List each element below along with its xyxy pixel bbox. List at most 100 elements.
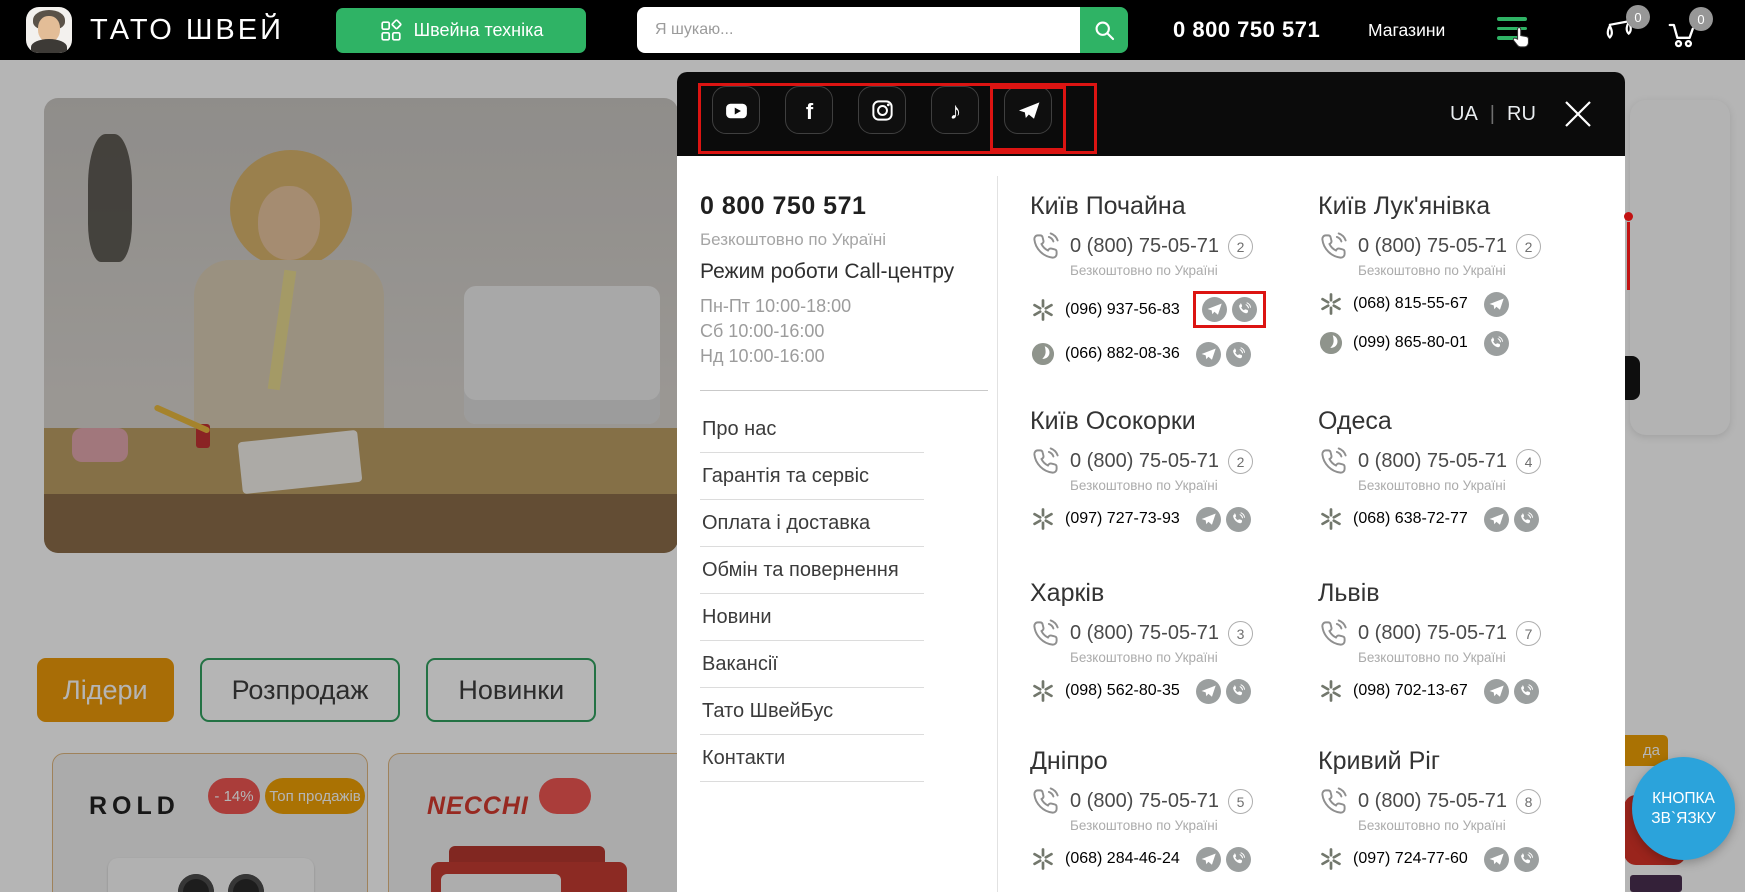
store-hotline-number[interactable]: 0 (800) 75-05-71 [1358,790,1507,813]
site-logo[interactable] [26,7,72,53]
viber-icon[interactable] [1225,341,1251,367]
site-title[interactable]: ТАТО ШВЕЙ [90,0,284,60]
lang-ru[interactable]: RU [1507,103,1536,126]
lang-ua[interactable]: UA [1450,103,1478,126]
kyivstar-icon [1318,506,1344,532]
telegram-icon[interactable] [1195,341,1221,367]
store-lines-count-badge: 7 [1515,621,1541,646]
annotation-box-messengers [1192,291,1266,328]
cart-button[interactable]: 0 [1663,7,1713,53]
viber-icon[interactable] [1231,297,1257,322]
compare-button[interactable]: 0 [1602,5,1650,51]
hand-cursor-icon [1512,27,1529,48]
store-hotline-row: 0 (800) 75-05-71 4 [1318,446,1620,477]
viber-icon[interactable] [1225,678,1251,704]
kyivstar-icon [1030,297,1056,323]
telegram-icon[interactable] [1004,86,1052,134]
store-hotline-number[interactable]: 0 (800) 75-05-71 [1070,790,1219,813]
overlay-menu-link[interactable]: Вакансії [700,641,924,688]
store-mobile-row: (068) 638-72-77 [1318,506,1620,532]
overlay-menu-link[interactable]: Про нас [700,406,924,453]
store-mobile-number[interactable]: (098) 562-80-35 [1065,682,1180,700]
store-mobile-row: (098) 702-13-67 [1318,678,1620,704]
close-icon[interactable] [1561,97,1595,131]
search-input[interactable] [637,7,1080,53]
tiktok-icon[interactable]: ♪ [931,86,979,134]
kyivstar-icon [1318,846,1344,872]
telegram-icon[interactable] [1483,678,1509,704]
store-mobile-row: (068) 284-46-24 [1030,846,1332,872]
telegram-icon[interactable] [1195,506,1221,532]
store-mobile-number[interactable]: (098) 702-13-67 [1353,682,1468,700]
telegram-icon[interactable] [1483,291,1509,317]
instagram-icon[interactable] [858,86,906,134]
store-lines-count-badge: 8 [1515,789,1541,814]
overlay-menu-link[interactable]: Новини [700,594,924,641]
store-block: Київ Осокорки 0 (800) 75-05-71 2 Безкоштовн… [1030,407,1332,532]
store-mobile-number[interactable]: (099) 865-80-01 [1353,334,1468,352]
store-hotline-number[interactable]: 0 (800) 75-05-71 [1358,622,1507,645]
store-hotline-number[interactable]: 0 (800) 75-05-71 [1358,450,1507,473]
overlay-menu-link[interactable]: Обмін та повернення [700,547,924,594]
search-button[interactable] [1080,7,1128,53]
svg-text:♪: ♪ [949,97,961,123]
store-name: Кривий Ріг [1318,747,1440,775]
store-mobile-number[interactable]: (097) 727-73-93 [1065,510,1180,528]
phone-icon [1030,786,1061,817]
telegram-icon[interactable] [1195,678,1221,704]
viber-icon[interactable] [1225,506,1251,532]
schedule-line: Нд 10:00-16:00 [700,346,825,366]
store-hotline-number[interactable]: 0 (800) 75-05-71 [1070,450,1219,473]
hotline-note: Безкоштовно по Україні [700,230,887,249]
search-bar [637,7,1128,53]
store-block: Київ Почайна 0 (800) 75-05-71 2 Безкоштовно… [1030,192,1332,367]
store-mobile-number[interactable]: (066) 882-08-36 [1065,345,1180,363]
store-hotline-note: Безкоштовно по Україні [1070,818,1218,833]
compare-count-badge: 0 [1626,5,1650,29]
phone-icon [1030,231,1061,262]
viber-icon[interactable] [1513,678,1539,704]
store-lines-count-badge: 5 [1227,789,1253,814]
store-name: Харків [1030,579,1105,607]
store-hotline-row: 0 (800) 75-05-71 5 [1030,786,1332,817]
catalog-button[interactable]: Швейна техніка [336,8,586,53]
hotline-phone[interactable]: 0 800 750 571 [700,192,866,221]
store-mobile-number[interactable]: (096) 937-56-83 [1065,301,1180,319]
store-name: Дніпро [1030,747,1108,775]
store-block: Харків 0 (800) 75-05-71 3 Безкоштовно по Ук… [1030,579,1332,704]
divider [700,390,988,391]
telegram-icon[interactable] [1201,297,1227,322]
store-hotline-number[interactable]: 0 (800) 75-05-71 [1070,235,1219,258]
svg-text:f: f [805,98,813,123]
viber-icon[interactable] [1225,846,1251,872]
overlay-menu-link[interactable]: Оплата і доставка [700,500,924,547]
store-hotline-number[interactable]: 0 (800) 75-05-71 [1358,235,1507,258]
store-mobile-row: (099) 865-80-01 [1318,330,1620,356]
store-mobile-number[interactable]: (097) 724-77-60 [1353,850,1468,868]
menu-hamburger-button[interactable] [1497,17,1529,48]
header-phone[interactable]: 0 800 750 571 [1173,0,1320,60]
overlay-menu-link[interactable]: Контакти [700,735,924,782]
telegram-icon[interactable] [1483,846,1509,872]
kyivstar-icon [1030,678,1056,704]
overlay-menu-link[interactable]: Тато ШвейБус [700,688,924,735]
call-center-schedule-title: Режим роботи Call-центру [700,260,955,283]
telegram-icon[interactable] [1195,846,1221,872]
store-mobile-number[interactable]: (068) 815-55-67 [1353,295,1468,313]
stores-link[interactable]: Магазини [1368,0,1445,60]
contact-widget-button[interactable]: КНОПКА ЗВ`ЯЗКУ [1632,757,1735,860]
viber-icon[interactable] [1483,330,1509,356]
store-name: Львів [1318,579,1380,607]
facebook-icon[interactable]: f [785,86,833,134]
viber-icon[interactable] [1513,846,1539,872]
scrollbar-marker[interactable] [1624,212,1633,290]
youtube-icon[interactable] [712,86,760,134]
store-hotline-number[interactable]: 0 (800) 75-05-71 [1070,622,1219,645]
store-mobile-number[interactable]: (068) 638-72-77 [1353,510,1468,528]
store-hotline-row: 0 (800) 75-05-71 2 [1030,231,1332,262]
viber-icon[interactable] [1513,506,1539,532]
telegram-icon[interactable] [1483,506,1509,532]
store-mobile-number[interactable]: (068) 284-46-24 [1065,850,1180,868]
overlay-menu-link[interactable]: Гарантія та сервіс [700,453,924,500]
call-center-schedule: Пн-Пт 10:00-18:00 Сб 10:00-16:00 Нд 10:00-… [700,294,851,369]
